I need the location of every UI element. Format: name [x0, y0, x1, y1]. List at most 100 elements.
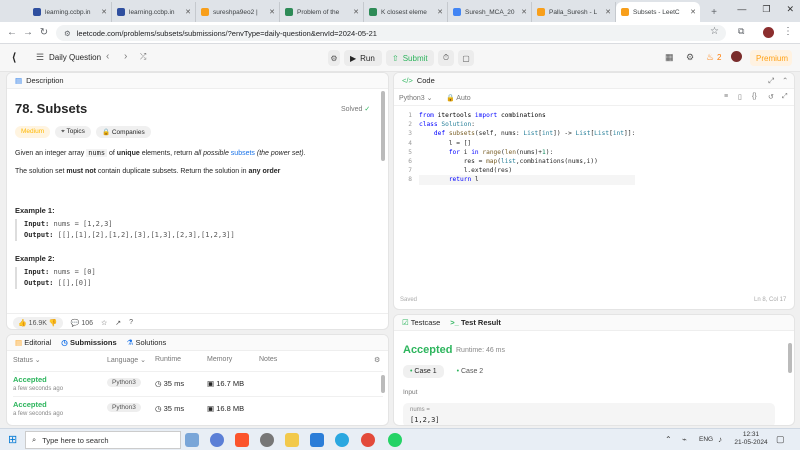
close-tab-icon[interactable]: ✕ — [185, 8, 191, 16]
browser-tab[interactable]: K closest eleme ✕ — [364, 2, 448, 22]
volume-icon[interactable]: ♪ — [718, 435, 722, 444]
taskbar-search[interactable]: ⌕ Type here to search — [25, 431, 181, 449]
forward-icon[interactable]: → — [20, 27, 36, 38]
submission-row[interactable]: Accepted a few seconds ago Python3 ◷ 35 ms ▣… — [13, 371, 383, 396]
close-tab-icon[interactable]: ✕ — [101, 8, 107, 16]
tray-chevron-icon[interactable]: ⌃ — [665, 435, 672, 444]
close-icon[interactable]: ✕ — [786, 4, 794, 15]
notification-icon[interactable]: ▢ — [776, 434, 785, 445]
copilot-icon[interactable] — [210, 433, 224, 447]
description-scrollbar[interactable] — [381, 91, 385, 161]
premium-button[interactable]: Premium — [750, 50, 792, 66]
reset-icon[interactable]: ↺ — [768, 93, 774, 101]
table-settings-icon[interactable]: ⚙ — [374, 356, 380, 364]
browser-tab[interactable]: learning.ccbp.in ✕ — [112, 2, 196, 22]
result-scrollbar[interactable] — [788, 343, 792, 373]
problem-list-icon[interactable]: ☰ — [36, 52, 44, 63]
vscode-icon[interactable] — [310, 433, 324, 447]
browser-tab[interactable]: learning.ccbp.in ✕ — [28, 2, 112, 22]
clock[interactable]: 12:31 21-05-2024 — [733, 431, 769, 447]
telegram-icon[interactable] — [335, 433, 349, 447]
tab-description[interactable]: Description — [26, 76, 64, 85]
companies-tag[interactable]: 🔒 Companies — [95, 126, 151, 138]
thumbs-down-icon[interactable]: 👎 — [49, 320, 58, 327]
submission-status[interactable]: Accepted — [13, 375, 47, 384]
close-tab-icon[interactable]: ✕ — [269, 8, 275, 16]
bookmark-icon[interactable]: ▯ — [738, 93, 742, 101]
tab-submissions[interactable]: ◷ Submissions — [61, 338, 116, 347]
browser-tab[interactable]: Problem of the ✕ — [280, 2, 364, 22]
case-2-tab[interactable]: • Case 2 — [450, 365, 491, 378]
language-indicator[interactable]: ENG — [699, 436, 713, 443]
file-explorer-icon[interactable] — [285, 433, 299, 447]
layout-icon[interactable]: ▦ — [665, 52, 674, 63]
help-icon[interactable]: ? — [129, 319, 133, 326]
whatsapp-icon[interactable] — [388, 433, 402, 447]
collapse-icon[interactable]: ⌃ — [782, 76, 788, 85]
task-view-icon[interactable] — [185, 433, 199, 447]
settings-gear-icon[interactable]: ⚙ — [686, 52, 694, 63]
language-column-header[interactable]: Language ⌄ — [107, 356, 146, 364]
status-column-header[interactable]: Status ⌄ — [13, 356, 41, 364]
format-icon[interactable]: ≡ — [724, 93, 728, 100]
browser-menu-icon[interactable]: ⋮ — [783, 26, 793, 37]
notes-icon[interactable]: ▢ — [458, 50, 474, 66]
code-editor[interactable]: from itertools import combinations class … — [419, 111, 636, 185]
bookmark-star-icon[interactable]: ☆ — [710, 26, 719, 37]
submission-row[interactable]: Accepted a few seconds ago Python3 ◷ 35 ms ▣… — [13, 396, 383, 421]
expand-icon[interactable]: ⤢ — [768, 76, 774, 86]
submit-button[interactable]: ⇧ Submit — [386, 50, 434, 66]
language-select[interactable]: Python3 ⌄ — [399, 94, 433, 102]
run-button[interactable]: ▶ Run — [344, 50, 382, 66]
like-button[interactable]: 👍 16.9K 👎 — [13, 316, 63, 329]
streak-fire-icon[interactable]: ♨ — [706, 52, 714, 63]
leetcode-logo-icon[interactable]: ⟨ — [12, 51, 16, 64]
close-tab-icon[interactable]: ✕ — [437, 8, 443, 16]
submission-status[interactable]: Accepted — [13, 400, 47, 409]
close-tab-icon[interactable]: ✕ — [605, 8, 611, 16]
case-1-tab[interactable]: • Case 1 — [403, 365, 444, 378]
tab-testcase[interactable]: ☑ Testcase — [402, 318, 440, 327]
topics-tag[interactable]: ⌖ Topics — [55, 126, 91, 138]
browser-tab[interactable]: Suresh_MCA_20 ✕ — [448, 2, 532, 22]
braces-icon[interactable]: {} — [752, 93, 757, 100]
tab-solutions[interactable]: ⚗ Solutions — [127, 338, 167, 347]
daily-question-title[interactable]: Daily Question — [49, 53, 101, 62]
tab-code[interactable]: Code — [417, 76, 435, 85]
maximize-icon[interactable]: ❐ — [762, 4, 770, 15]
new-tab-button[interactable]: + — [706, 7, 722, 18]
back-icon[interactable]: ← — [4, 27, 20, 38]
browser-tab[interactable]: sureshpa9eo2 | ✕ — [196, 2, 280, 22]
site-info-icon[interactable]: ⚙ — [64, 29, 71, 38]
extensions-icon[interactable]: ⧉ — [738, 26, 744, 37]
debug-icon[interactable]: ⚙ — [328, 50, 340, 66]
submit-label: Submit — [402, 53, 428, 63]
comments-button[interactable]: 💬 106 — [71, 319, 93, 327]
timer-icon[interactable]: ⏱ — [438, 50, 454, 66]
close-tab-icon[interactable]: ✕ — [353, 8, 359, 16]
url-field[interactable]: ⚙ leetcode.com/problems/subsets/submissio… — [56, 25, 726, 41]
next-problem-icon[interactable]: › — [124, 51, 127, 62]
user-avatar[interactable] — [731, 51, 742, 62]
profile-avatar[interactable] — [763, 27, 774, 38]
random-problem-icon[interactable]: ⤮ — [140, 52, 146, 62]
auto-mode[interactable]: 🔒 Auto — [446, 94, 471, 102]
browser-tab[interactable]: Subsets - LeetC ✕ — [616, 2, 700, 22]
share-icon[interactable]: ↗ — [115, 319, 121, 327]
browser-tab[interactable]: Palla_Suresh - L ✕ — [532, 2, 616, 22]
reload-icon[interactable]: ↻ — [36, 27, 52, 38]
chrome-icon[interactable] — [361, 433, 375, 447]
prev-problem-icon[interactable]: ‹ — [106, 51, 109, 62]
fullscreen-icon[interactable]: ⤢ — [782, 93, 788, 101]
brave-browser-icon[interactable] — [235, 433, 249, 447]
submissions-scrollbar[interactable] — [381, 375, 385, 393]
minimize-icon[interactable]: — — [737, 4, 746, 15]
settings-icon[interactable] — [260, 433, 274, 447]
windows-start-icon[interactable]: ⊞ — [8, 433, 17, 446]
tab-test-result[interactable]: >_ Test Result — [450, 318, 501, 327]
close-tab-icon[interactable]: ✕ — [521, 8, 527, 16]
tab-editorial[interactable]: ▤ Editorial — [15, 338, 51, 347]
network-icon[interactable]: ⌁ — [682, 435, 687, 444]
close-tab-icon[interactable]: ✕ — [690, 8, 696, 16]
favorite-star-icon[interactable]: ☆ — [101, 319, 107, 327]
